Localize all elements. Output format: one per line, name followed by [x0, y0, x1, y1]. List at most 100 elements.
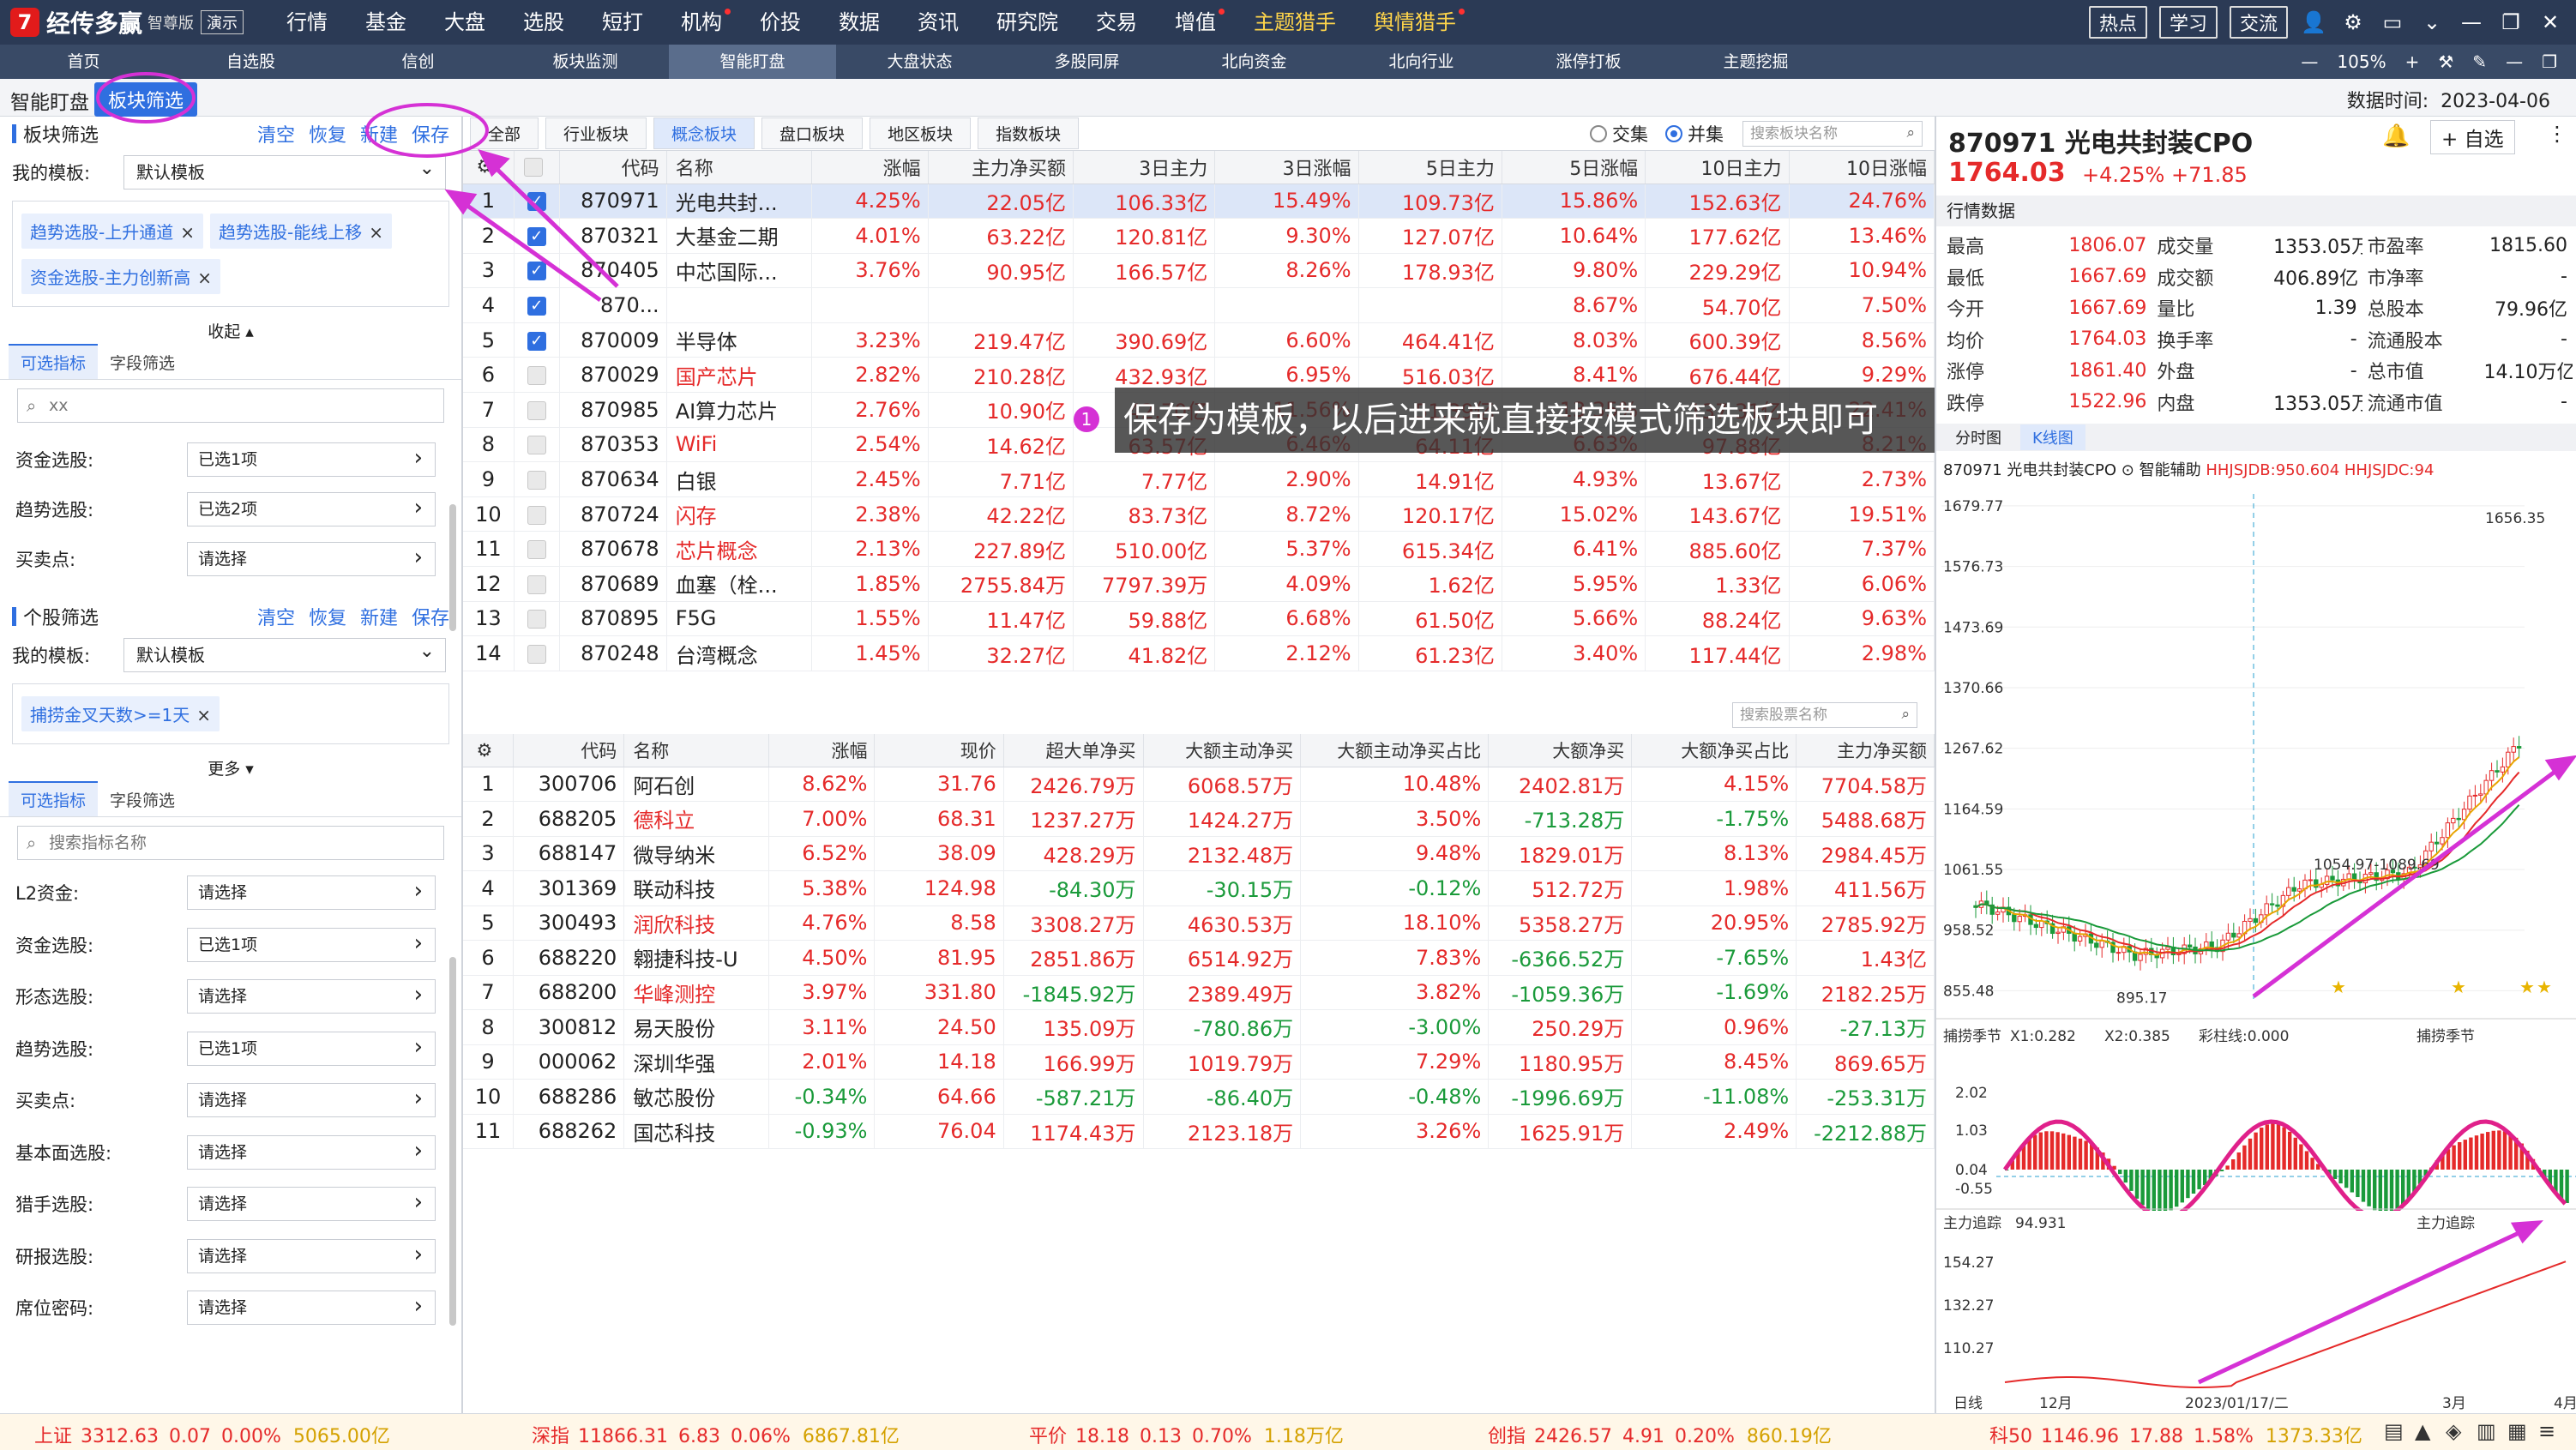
restore-button[interactable]: 恢复: [309, 120, 346, 147]
more-button[interactable]: 更多 ▾: [0, 751, 461, 785]
row-checkbox[interactable]: ✓: [527, 226, 546, 246]
filter-value-select[interactable]: 已选1项: [187, 442, 436, 477]
row-checkbox[interactable]: [527, 505, 546, 525]
row-checkbox[interactable]: [527, 575, 546, 594]
table-row[interactable]: 4 301369 联动科技 5.38% 124.98 -84.30万 -30.15万 -0.1…: [463, 870, 1935, 906]
column-header[interactable]: 超大单净买: [1003, 734, 1144, 767]
menu-item-2[interactable]: 大盘: [425, 0, 504, 45]
row-checkbox[interactable]: ✓: [527, 262, 546, 281]
tab-6[interactable]: 多股同屏: [1003, 45, 1171, 79]
tag-remove-icon[interactable]: ×: [369, 222, 383, 243]
table-row[interactable]: 8 300812 易天股份 3.11% 24.50 135.09万 -780.86万 -3.0…: [463, 1009, 1935, 1045]
row-checkbox[interactable]: ✓: [527, 192, 546, 212]
filter-value-select[interactable]: 请选择: [187, 541, 436, 576]
zoom-in-icon[interactable]: +: [2405, 51, 2420, 72]
indicator-chart-2[interactable]: 主力追踪 94.931 主力追踪 154.27 132.27 110.27 日线 12月 202…: [1936, 1211, 2576, 1413]
menu-item-0[interactable]: 行情: [268, 0, 346, 45]
table-row[interactable]: 6 688220 翱捷科技-U 4.50% 81.95 2851.86万 6514.92万 7…: [463, 940, 1935, 976]
column-header[interactable]: 10日主力: [1645, 151, 1790, 184]
table-row[interactable]: 10 688286 敏芯股份 -0.34% 64.66 -587.21万 -86.40万 -0…: [463, 1079, 1935, 1115]
stock-tab-available-indicators[interactable]: 可选指标: [9, 781, 99, 816]
index-ticker[interactable]: 科50 1146.96 17.88 1.58% 1373.33亿: [1989, 1421, 2362, 1448]
scrollbar[interactable]: [449, 504, 456, 631]
collapse-button[interactable]: 收起 ▴: [0, 314, 461, 347]
stock-tab-field-filter[interactable]: 字段筛选: [98, 783, 187, 816]
filter-value-select[interactable]: 请选择: [187, 1082, 436, 1118]
row-checkbox[interactable]: ✓: [527, 297, 546, 316]
filter-value-select[interactable]: 请选择: [187, 978, 436, 1014]
tab-1[interactable]: 自选股: [167, 45, 334, 79]
learn-button[interactable]: 学习: [2158, 6, 2218, 39]
table-row[interactable]: 9 870634 白银 2.45% 7.71亿 7.77亿 2.90% 14.91亿 4.93%…: [463, 461, 1935, 497]
more-icon[interactable]: ⋮: [2547, 122, 2567, 146]
table-row[interactable]: 7 688200 华峰测控 3.97% 331.80 -1845.92万 2389.49万 3…: [463, 975, 1935, 1010]
menu-item-4[interactable]: 短打: [583, 0, 662, 45]
tab-8[interactable]: 北向行业: [1338, 45, 1505, 79]
settings-tool-icon[interactable]: ⚒: [2438, 51, 2453, 72]
gear-icon[interactable]: ⚙: [2339, 9, 2367, 36]
index-ticker[interactable]: 上证 3312.63 0.07 0.00% 5065.00亿: [34, 1421, 390, 1448]
tab-kline[interactable]: K线图: [2020, 424, 2085, 450]
layout-icon[interactable]: ▦: [2507, 1419, 2527, 1443]
warning-icon[interactable]: ▲: [2415, 1419, 2430, 1443]
sector-tag[interactable]: 趋势选股-上升通道 ×: [21, 214, 203, 249]
table-row[interactable]: 9 000062 深圳华强 2.01% 14.18 166.99万 1019.79万 7.29…: [463, 1044, 1935, 1080]
hot-button[interactable]: 热点: [2088, 6, 2147, 39]
table-row[interactable]: 12 870689 血塞（栓... 1.85% 2755.84万 7797.39万 4.09…: [463, 566, 1935, 602]
template-select[interactable]: 默认模板: [123, 153, 446, 190]
filter-value-select[interactable]: 请选择: [187, 875, 436, 911]
tab-3[interactable]: 板块监测: [502, 45, 669, 79]
table-row[interactable]: 11 688262 国芯科技 -0.93% 76.04 1174.43万 2123.18万 3…: [463, 1114, 1935, 1149]
sync-icon[interactable]: ◈: [2446, 1419, 2461, 1443]
menu-item-12[interactable]: 主题猎手: [1235, 0, 1355, 45]
sector-type-tab-4[interactable]: 地区板块: [870, 117, 972, 149]
row-checkbox[interactable]: [527, 471, 546, 490]
add-watchlist-button[interactable]: + 自选: [2430, 120, 2515, 154]
tab-4[interactable]: 智能盯盘: [669, 45, 836, 79]
restore-icon[interactable]: ❐: [2497, 9, 2525, 36]
sector-type-tab-5[interactable]: 指数板块: [978, 117, 1080, 149]
menu-item-13[interactable]: 舆情猎手: [1355, 0, 1475, 45]
indicator-chart-1[interactable]: 捕捞季节 X1:0.282 X2:0.385 彩柱线:0.000 捕捞季节 2.02 1.0…: [1936, 1024, 2576, 1211]
column-header[interactable]: 5日涨幅: [1502, 151, 1646, 184]
settings-icon[interactable]: ⚙: [477, 740, 493, 761]
table-row[interactable]: 4 ✓ 870... 8.67% 54.70亿 7.50%: [463, 287, 1935, 323]
menu-item-7[interactable]: 数据: [820, 0, 899, 45]
bell-icon[interactable]: 🔔: [2382, 123, 2410, 149]
column-header[interactable]: 主力净买额: [928, 151, 1074, 184]
tab-10[interactable]: 主题挖掘: [1672, 45, 1839, 79]
menu-item-11[interactable]: 增值: [1156, 0, 1235, 45]
menu-item-3[interactable]: 选股: [504, 0, 583, 45]
table-row[interactable]: 1 300706 阿石创 8.62% 31.76 2426.79万 6068.57万 10.4…: [463, 767, 1935, 802]
chevron-down-icon[interactable]: ⌄: [2418, 9, 2446, 36]
edit-icon[interactable]: ✎: [2472, 51, 2487, 72]
row-checkbox[interactable]: ✓: [527, 331, 546, 351]
tag-remove-icon[interactable]: ×: [180, 222, 195, 243]
tag-remove-icon[interactable]: ×: [196, 705, 211, 725]
filter-value-select[interactable]: 请选择: [187, 1134, 436, 1170]
minimize-panel-icon[interactable]: —: [2506, 51, 2523, 72]
stock-clear-button[interactable]: 清空: [257, 603, 295, 630]
table-row[interactable]: 5 300493 润欣科技 4.76% 8.58 3308.27万 4630.53万 18.1…: [463, 905, 1935, 941]
column-header[interactable]: 大额主动净买占比: [1300, 734, 1490, 767]
stock-restore-button[interactable]: 恢复: [309, 603, 346, 630]
zoom-out-icon[interactable]: —: [2301, 51, 2318, 72]
window-layout-icon[interactable]: ▭: [2379, 9, 2406, 36]
kline-chart[interactable]: 1679.77 1576.73 1473.69 1370.66 1267.62 1164.…: [1936, 485, 2576, 1024]
column-header[interactable]: 大额主动净买: [1143, 734, 1302, 767]
row-checkbox[interactable]: [527, 610, 546, 629]
table-row[interactable]: 10 870724 闪存 2.38% 42.22亿 83.73亿 8.72% 120.17亿 1…: [463, 496, 1935, 532]
filter-value-select[interactable]: 已选1项: [187, 927, 436, 962]
menu-item-10[interactable]: 交易: [1077, 0, 1156, 45]
save-button[interactable]: 保存: [412, 120, 449, 147]
stock-search-input[interactable]: 搜索股票名称 ⌕: [1732, 702, 1917, 728]
column-header[interactable]: 名称: [623, 734, 770, 767]
filter-value-select[interactable]: 请选择: [187, 1290, 436, 1326]
doc-icon[interactable]: ▤: [2384, 1419, 2404, 1443]
union-radio[interactable]: [1665, 124, 1682, 142]
column-header[interactable]: 现价: [874, 734, 1004, 767]
table-row[interactable]: 14 870248 台湾概念 1.45% 32.27亿 41.82亿 2.12% 61.23亿…: [463, 635, 1935, 671]
sector-tag[interactable]: 趋势选股-能线上移 ×: [209, 214, 392, 249]
dropdown-icon[interactable]: ⊙: [2122, 461, 2134, 479]
column-header[interactable]: 3日主力: [1073, 151, 1216, 184]
